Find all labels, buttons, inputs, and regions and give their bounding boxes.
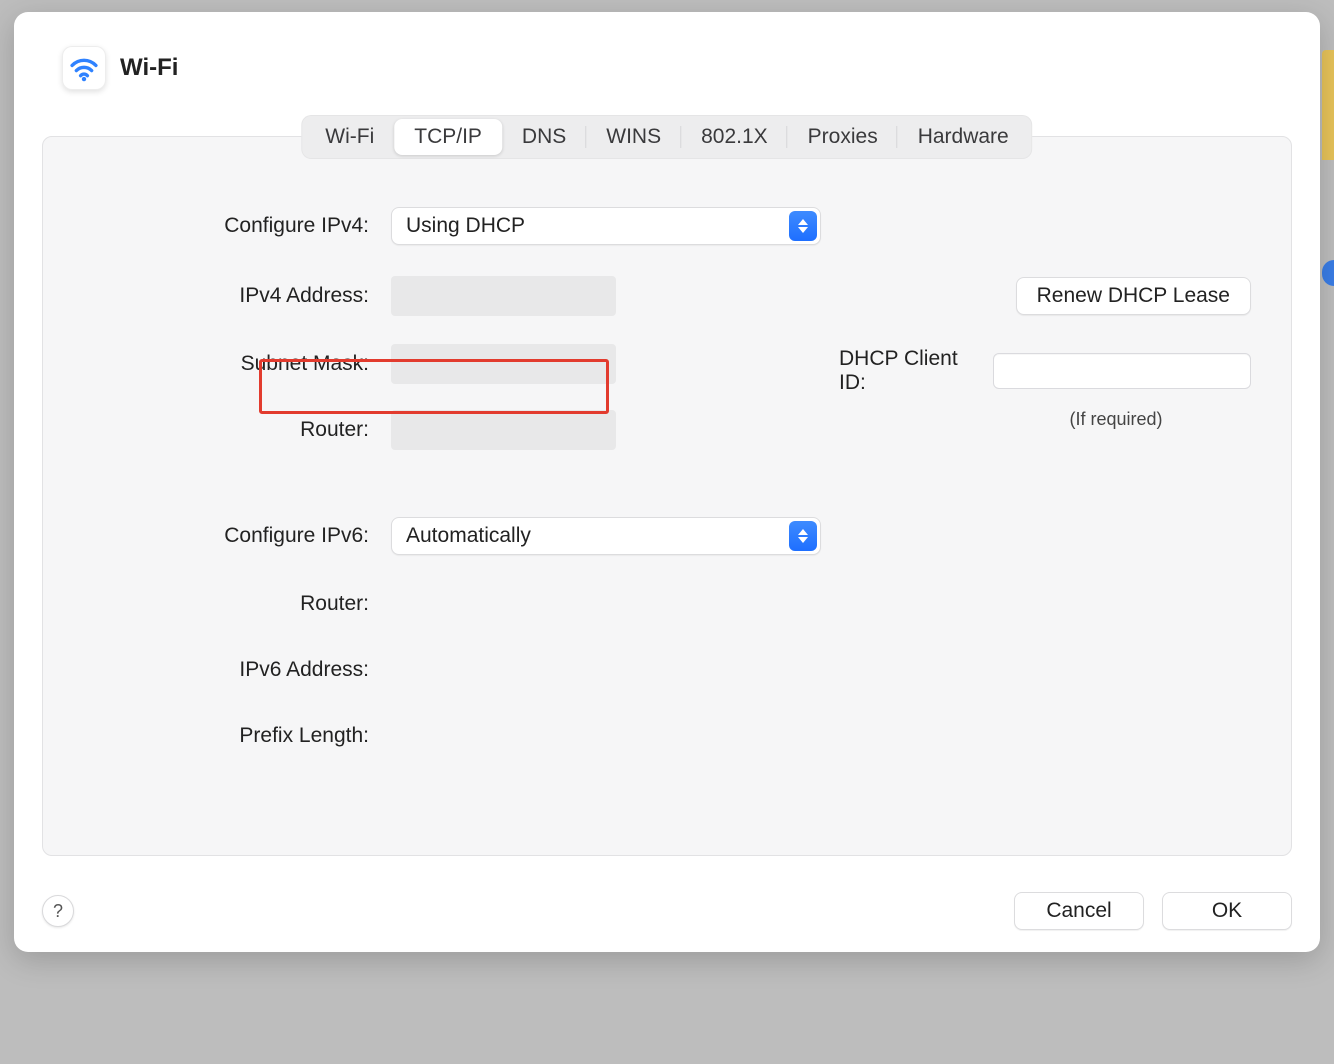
redacted-ipv4-router [391,410,616,450]
settings-panel: Wi-Fi TCP/IP DNS WINS 802.1X Proxies Har… [42,136,1292,856]
dhcp-client-id-label: DHCP Client ID: [839,347,983,395]
help-button[interactable]: ? [42,895,74,927]
wifi-icon [62,46,106,90]
dhcp-client-id-input[interactable] [993,353,1251,389]
subnet-mask-label: Subnet Mask: [83,352,373,376]
form-grid: Configure IPv4: Using DHCP IPv4 Address: [83,207,1251,753]
renew-dhcp-lease-button[interactable]: Renew DHCP Lease [1016,277,1251,315]
configure-ipv6-label: Configure IPv6: [83,524,373,548]
sheet-title: Wi-Fi [120,54,178,82]
tab-proxies[interactable]: Proxies [788,119,898,155]
tab-wins[interactable]: WINS [586,119,681,155]
tab-dns[interactable]: DNS [502,119,586,155]
window-backdrop: Wi-Fi Wi-Fi TCP/IP DNS WINS 802.1X Proxi… [0,0,1334,1064]
subnet-mask-value [391,347,821,381]
prefix-length-label: Prefix Length: [83,724,373,748]
settings-sheet: Wi-Fi Wi-Fi TCP/IP DNS WINS 802.1X Proxi… [14,12,1320,952]
configure-ipv4-value: Using DHCP [406,214,525,238]
select-stepper-icon [789,211,817,241]
ipv6-router-value [391,587,821,621]
configure-ipv6-select[interactable]: Automatically [391,517,821,555]
configure-ipv4-select[interactable]: Using DHCP [391,207,821,245]
redacted-ipv4-address [391,276,616,316]
configure-ipv4-label: Configure IPv4: [83,214,373,238]
ipv6-address-label: IPv6 Address: [83,658,373,682]
background-edge [1322,260,1334,286]
ipv4-router-value [391,413,821,447]
ipv4-router-label: Router: [83,418,373,442]
select-stepper-icon [789,521,817,551]
ok-button[interactable]: OK [1162,892,1292,930]
tab-tcpip[interactable]: TCP/IP [394,119,502,155]
ipv6-address-value [391,653,821,687]
ipv4-address-label: IPv4 Address: [83,284,373,308]
tab-hardware[interactable]: Hardware [898,119,1029,155]
cancel-button[interactable]: Cancel [1014,892,1144,930]
ipv4-address-value [391,279,821,313]
dhcp-client-id-hint: (If required) [981,409,1251,430]
ipv6-router-label: Router: [83,592,373,616]
sheet-footer: ? Cancel OK [42,892,1292,930]
sheet-header: Wi-Fi [42,36,1292,116]
tab-8021x[interactable]: 802.1X [681,119,788,155]
background-edge [1322,50,1334,160]
content-frame: Wi-Fi TCP/IP DNS WINS 802.1X Proxies Har… [42,136,1292,856]
tab-wifi[interactable]: Wi-Fi [305,119,394,155]
prefix-length-value [391,719,821,753]
tab-bar: Wi-Fi TCP/IP DNS WINS 802.1X Proxies Har… [301,115,1032,159]
redacted-subnet-mask [391,344,616,384]
configure-ipv6-value: Automatically [406,524,531,548]
